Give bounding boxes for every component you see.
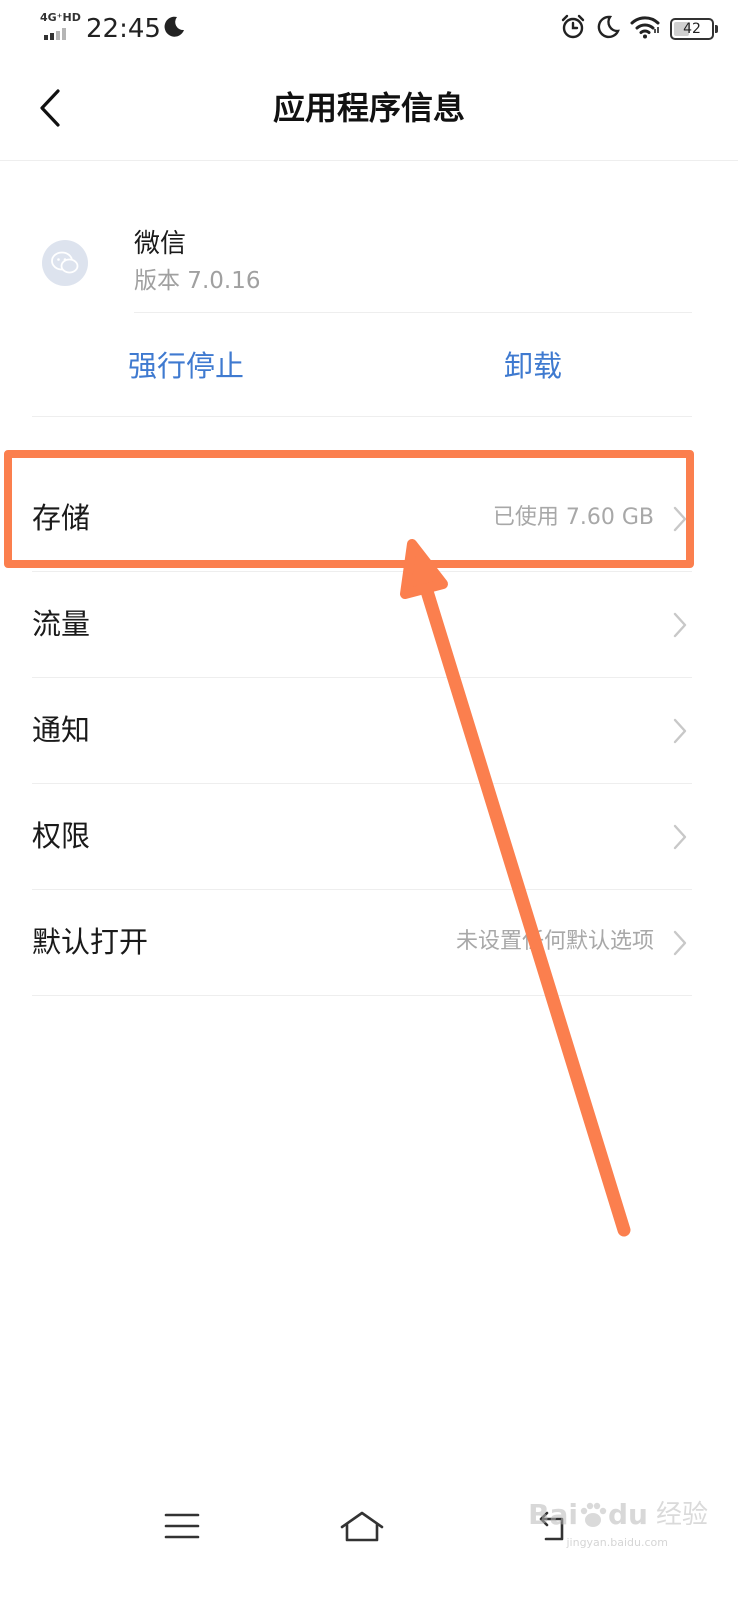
watermark-brand-suffix: du (608, 1498, 648, 1531)
settings-item-permissions[interactable]: 权限 (0, 784, 738, 890)
status-bar: 4G⁺HD 22:45 42 (0, 0, 738, 58)
divider (134, 312, 692, 313)
chevron-right-icon (673, 824, 687, 850)
watermark-brand: Bai (528, 1498, 578, 1531)
settings-item-label: 流量 (32, 607, 91, 641)
moon-icon (596, 15, 620, 43)
settings-item-data-usage[interactable]: 流量 (0, 572, 738, 678)
signal-icon: 4G⁺HD (40, 12, 81, 40)
chevron-right-icon (673, 506, 687, 532)
battery-icon: 42 (670, 18, 718, 40)
chevron-right-icon (673, 612, 687, 638)
settings-item-label: 存储 (32, 501, 91, 535)
settings-item-value: 已使用 7.60 GB (492, 505, 654, 530)
watermark-site: jingyan.baidu.com (566, 1536, 668, 1549)
settings-list: 存储 已使用 7.60 GB 流量 通知 权限 默认打开 未设置任何默认选项 (0, 466, 738, 996)
wechat-icon (42, 240, 88, 286)
alarm-icon (560, 14, 586, 44)
network-type-label: 4G⁺HD (40, 11, 81, 24)
moon-icon (162, 15, 186, 43)
settings-item-open-by-default[interactable]: 默认打开 未设置任何默认选项 (0, 890, 738, 996)
force-stop-button[interactable]: 强行停止 (128, 342, 244, 390)
chevron-right-icon (673, 718, 687, 744)
settings-item-label: 通知 (32, 713, 91, 747)
header: 应用程序信息 (0, 58, 738, 161)
page-title: 应用程序信息 (272, 89, 465, 127)
baidu-watermark: Bai du 经验 (528, 1498, 708, 1532)
menu-button[interactable] (154, 1502, 210, 1550)
wifi-icon (630, 15, 660, 43)
chevron-right-icon (673, 930, 687, 956)
settings-item-storage[interactable]: 存储 已使用 7.60 GB (0, 466, 738, 572)
settings-item-notifications[interactable]: 通知 (0, 678, 738, 784)
home-button[interactable] (334, 1502, 390, 1550)
battery-level-text: 42 (683, 21, 701, 37)
home-icon (340, 1511, 384, 1542)
settings-item-label: 默认打开 (32, 925, 149, 959)
uninstall-button[interactable]: 卸载 (504, 342, 562, 390)
status-time: 22:45 (86, 14, 161, 44)
watermark-text: 经验 (655, 1500, 708, 1530)
settings-item-label: 权限 (32, 819, 91, 853)
settings-item-value: 未设置任何默认选项 (455, 929, 654, 954)
divider (32, 416, 692, 417)
menu-icon (164, 1513, 200, 1539)
app-name: 微信 (134, 229, 187, 259)
paw-icon (580, 1502, 607, 1527)
app-version: 版本 7.0.16 (134, 268, 261, 294)
